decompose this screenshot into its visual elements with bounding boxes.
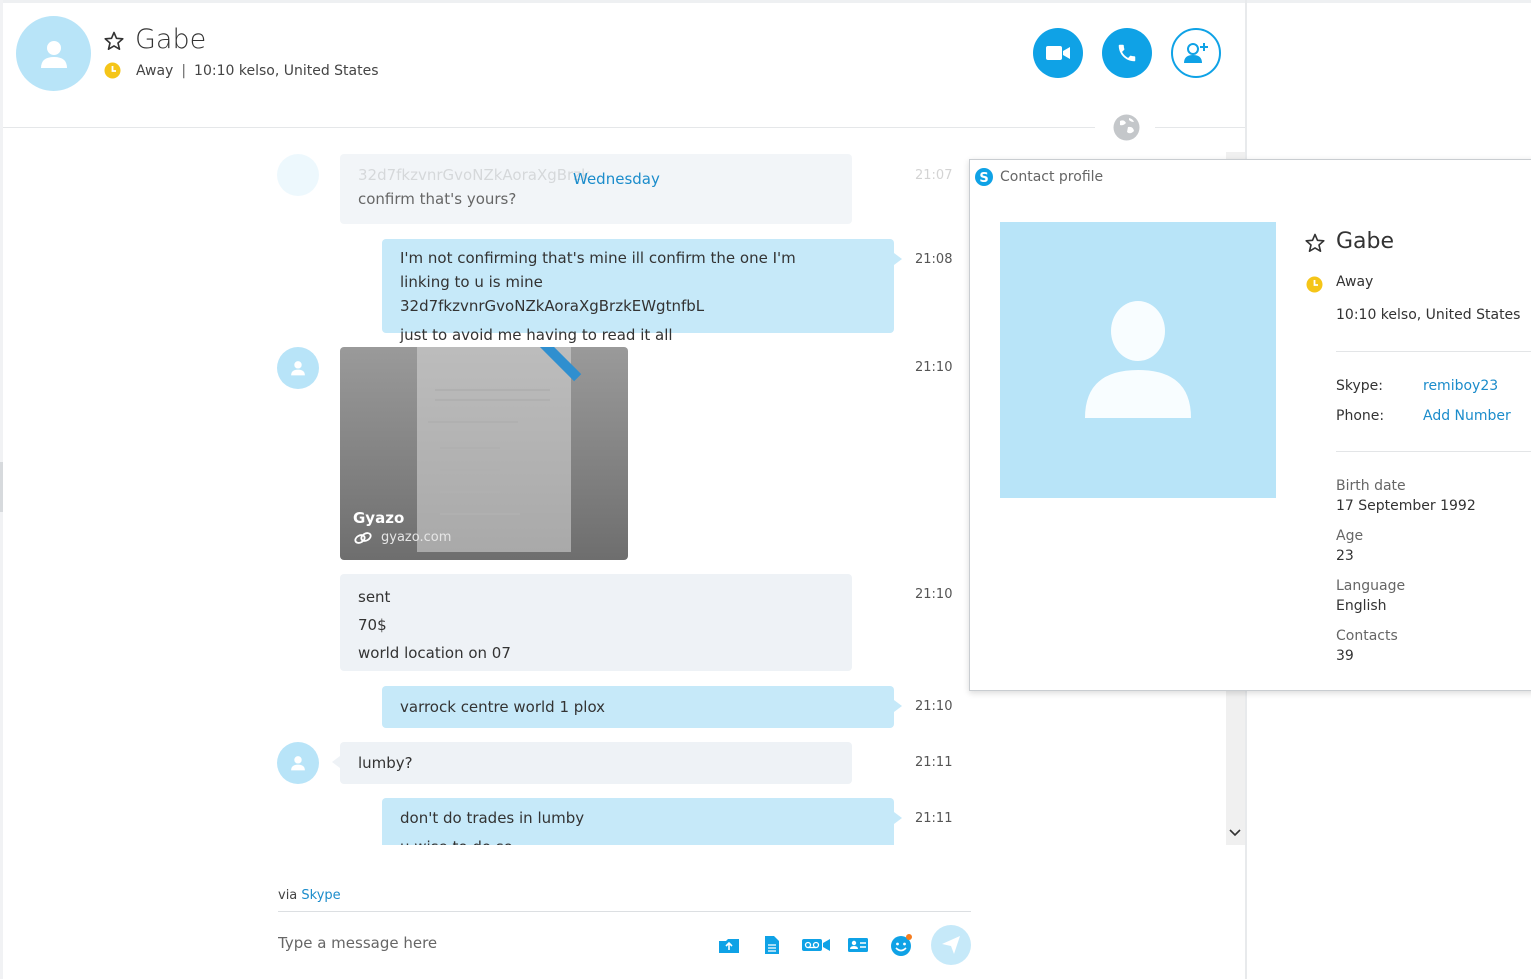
message-text: confirm that's yours? xyxy=(358,190,517,208)
message-text: 70$ xyxy=(358,616,387,634)
emoticon-icon xyxy=(891,934,912,956)
profile-name: Gabe xyxy=(1336,229,1395,254)
local-time-location: 10:10 kelso, United States xyxy=(194,62,379,79)
message-bubble-incoming[interactable]: 32d7fkzvnrGvoNZkAoraXgBrzk confirm that'… xyxy=(340,154,852,224)
person-icon xyxy=(40,40,67,68)
profile-title: Contact profile xyxy=(1000,169,1104,185)
profile-divider xyxy=(1336,451,1531,452)
composer-divider xyxy=(278,911,971,912)
star-icon[interactable] xyxy=(104,31,124,51)
video-message-icon xyxy=(802,939,830,951)
chevron-down-icon[interactable] xyxy=(1228,826,1242,840)
sender-avatar[interactable] xyxy=(277,347,319,389)
message-input[interactable] xyxy=(278,928,698,958)
status-separator: | xyxy=(181,62,187,79)
message-bubble-outgoing[interactable]: varrock centre world 1 plox xyxy=(382,686,902,728)
phone-label: Phone: xyxy=(1336,408,1385,424)
age-label: Age xyxy=(1336,528,1364,544)
contact-card-icon xyxy=(848,938,868,952)
profile-header: S Contact profile xyxy=(974,167,1103,187)
language-value: English xyxy=(1336,598,1387,614)
message-timestamp: 21:11 xyxy=(915,811,953,826)
skype-icon: S xyxy=(975,168,993,186)
video-message-button[interactable] xyxy=(800,933,832,957)
header-divider xyxy=(3,127,1095,128)
sender-avatar xyxy=(277,154,319,196)
profile-divider xyxy=(1336,351,1531,352)
send-file-button[interactable] xyxy=(716,933,742,957)
send-document-button[interactable] xyxy=(759,933,785,957)
contact-profile-popup[interactable]: S Contact profile Gabe Away 10:10 kelso,… xyxy=(969,159,1531,691)
clock-icon xyxy=(1306,276,1323,293)
contact-status-line: Away | 10:10 kelso, United States xyxy=(104,62,379,79)
language-label: Language xyxy=(1336,578,1406,594)
message-timestamp: 21:07 xyxy=(915,168,953,183)
message-text: just to avoid me having to read it all xyxy=(400,326,673,344)
message-text: world location on 07 xyxy=(358,644,511,662)
day-separator: Wednesday xyxy=(573,170,660,188)
document-icon xyxy=(765,936,779,954)
message-timestamp: 21:10 xyxy=(915,360,953,375)
sender-avatar[interactable] xyxy=(277,742,319,784)
message-bubble-outgoing[interactable]: don't do trades in lumby u wise to do so xyxy=(382,798,902,845)
add-number-link[interactable]: Add Number xyxy=(1423,408,1511,424)
message-text: sent xyxy=(358,588,391,606)
message-bubble-outgoing[interactable]: I'm not confirming that's mine ill confi… xyxy=(382,239,902,344)
message-bubble-incoming[interactable]: lumby? xyxy=(332,742,852,784)
contacts-label: Contacts xyxy=(1336,628,1398,644)
video-call-button[interactable] xyxy=(1033,28,1083,78)
window-top-edge xyxy=(0,0,1531,3)
contacts-value: 39 xyxy=(1336,648,1354,664)
emoticon-button[interactable] xyxy=(888,933,914,957)
age-value: 23 xyxy=(1336,548,1354,564)
profile-location: 10:10 kelso, United States xyxy=(1336,307,1521,323)
preview-thumbnail xyxy=(417,347,571,552)
link-card-domain: gyazo.com xyxy=(353,530,451,545)
message-timestamp: 21:11 xyxy=(915,755,953,770)
video-icon xyxy=(1046,46,1070,60)
contact-name: Gabe xyxy=(135,24,207,55)
send-message-button[interactable] xyxy=(931,925,971,965)
person-icon xyxy=(291,361,305,376)
profile-status: Away xyxy=(1336,274,1374,290)
message-bubble-incoming[interactable]: sent 70$ world location on 07 xyxy=(340,574,852,671)
voice-call-button[interactable] xyxy=(1102,28,1152,78)
via-label: via Skype xyxy=(278,888,341,903)
link-icon xyxy=(354,531,372,544)
header-divider-right xyxy=(1155,127,1245,128)
send-file-icon xyxy=(719,939,739,953)
status-text: Away xyxy=(136,62,174,79)
svg-text:S: S xyxy=(979,171,988,186)
clock-icon xyxy=(104,62,121,79)
skype-label: Skype: xyxy=(1336,378,1383,394)
person-icon xyxy=(291,756,305,771)
add-contact-icon xyxy=(1184,43,1208,63)
message-timestamp: 21:08 xyxy=(915,252,953,267)
skype-name-link[interactable]: remiboy23 xyxy=(1423,378,1498,394)
message-text: I'm not confirming that's mine ill confi… xyxy=(400,249,796,315)
send-icon xyxy=(942,936,960,954)
profile-photo xyxy=(1000,222,1276,498)
via-skype-link[interactable]: Skype xyxy=(301,888,340,903)
message-timestamp: 21:10 xyxy=(915,699,953,714)
phone-icon xyxy=(1118,44,1136,62)
person-icon xyxy=(1085,301,1191,418)
birth-date-label: Birth date xyxy=(1336,478,1406,494)
message-text: u wise to do so xyxy=(400,834,876,845)
message-timestamp: 21:10 xyxy=(915,587,953,602)
send-contacts-button[interactable] xyxy=(845,933,871,957)
star-icon[interactable] xyxy=(1305,233,1325,253)
link-card-title: Gyazo xyxy=(353,509,405,527)
globe-icon[interactable] xyxy=(1112,113,1141,142)
link-preview-card[interactable]: Gyazo gyazo.com xyxy=(340,347,628,560)
add-participant-button[interactable] xyxy=(1171,28,1221,78)
birth-date-value: 17 September 1992 xyxy=(1336,498,1476,514)
message-text: don't do trades in lumby xyxy=(400,809,585,827)
message-text: lumby? xyxy=(358,754,413,772)
contact-avatar[interactable] xyxy=(16,16,91,91)
message-text: varrock centre world 1 plox xyxy=(400,698,606,716)
